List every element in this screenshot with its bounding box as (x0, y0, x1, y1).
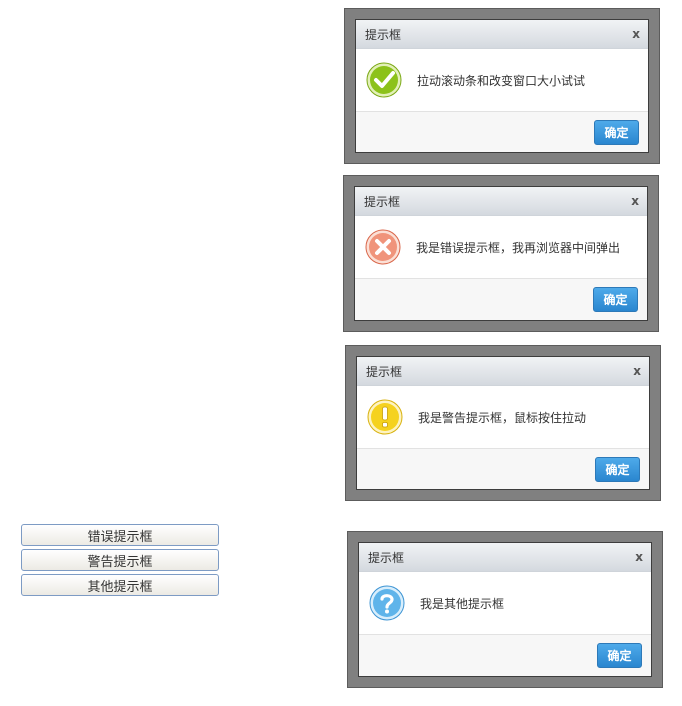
error-dialog: 提示框 x 我是错误提示框，我再浏览器中间弹出 确定 (343, 175, 659, 332)
dialog-panel: 提示框 x 拉动滚动条和改变窗口大小试试 确定 (355, 19, 649, 153)
dialog-message: 我是其他提示框 (420, 596, 505, 611)
dialog-footer: 确定 (355, 279, 647, 320)
ok-button[interactable]: 确定 (595, 456, 640, 482)
dialog-titlebar[interactable]: 提示框 x (355, 187, 647, 216)
question-icon (369, 585, 405, 621)
warning-exclamation-icon (367, 399, 403, 435)
warning-dialog: 提示框 x 我是警告提示框，鼠标按住拉动 确定 (345, 345, 661, 501)
dialog-footer: 确定 (357, 449, 649, 489)
dialog-titlebar[interactable]: 提示框 x (356, 20, 648, 49)
close-icon[interactable]: x (631, 194, 639, 208)
success-check-icon (366, 62, 402, 98)
ok-button[interactable]: 确定 (593, 287, 638, 312)
success-dialog: 提示框 x 拉动滚动条和改变窗口大小试试 确定 (344, 8, 660, 164)
dialog-message-row: 我是错误提示框，我再浏览器中间弹出 (355, 216, 647, 279)
dialog-title: 提示框 (364, 194, 401, 209)
error-x-icon (365, 229, 401, 265)
ok-button[interactable]: 确定 (594, 119, 639, 145)
dialog-message-row: 我是警告提示框，鼠标按住拉动 (357, 386, 649, 449)
dialog-message: 我是错误提示框，我再浏览器中间弹出 (416, 240, 621, 255)
dialog-title: 提示框 (366, 364, 403, 379)
dialog-message-row: 我是其他提示框 (359, 572, 651, 635)
dialog-message: 我是警告提示框，鼠标按住拉动 (418, 410, 587, 425)
dialog-footer: 确定 (359, 635, 651, 676)
close-icon[interactable]: x (635, 550, 643, 564)
dialog-title: 提示框 (365, 27, 402, 42)
close-icon[interactable]: x (632, 27, 640, 41)
other-dialog: 提示框 x 我是其他提示框 确定 (347, 531, 663, 688)
error-dialog-button[interactable]: 错误提示框 (21, 524, 219, 546)
dialog-titlebar[interactable]: 提示框 x (357, 357, 649, 386)
other-dialog-button[interactable]: 其他提示框 (21, 574, 219, 596)
dialog-panel: 提示框 x 我是错误提示框，我再浏览器中间弹出 确定 (354, 186, 648, 321)
dialog-message-row: 拉动滚动条和改变窗口大小试试 (356, 49, 648, 112)
dialog-panel: 提示框 x 我是警告提示框，鼠标按住拉动 确定 (356, 356, 650, 490)
ok-button[interactable]: 确定 (597, 643, 642, 668)
dialog-message: 拉动滚动条和改变窗口大小试试 (417, 73, 586, 88)
dialog-panel: 提示框 x 我是其他提示框 确定 (358, 542, 652, 677)
dialog-titlebar[interactable]: 提示框 x (359, 543, 651, 572)
close-icon[interactable]: x (633, 364, 641, 378)
warning-dialog-button[interactable]: 警告提示框 (21, 549, 219, 571)
dialog-footer: 确定 (356, 112, 648, 152)
dialog-title: 提示框 (368, 550, 405, 565)
